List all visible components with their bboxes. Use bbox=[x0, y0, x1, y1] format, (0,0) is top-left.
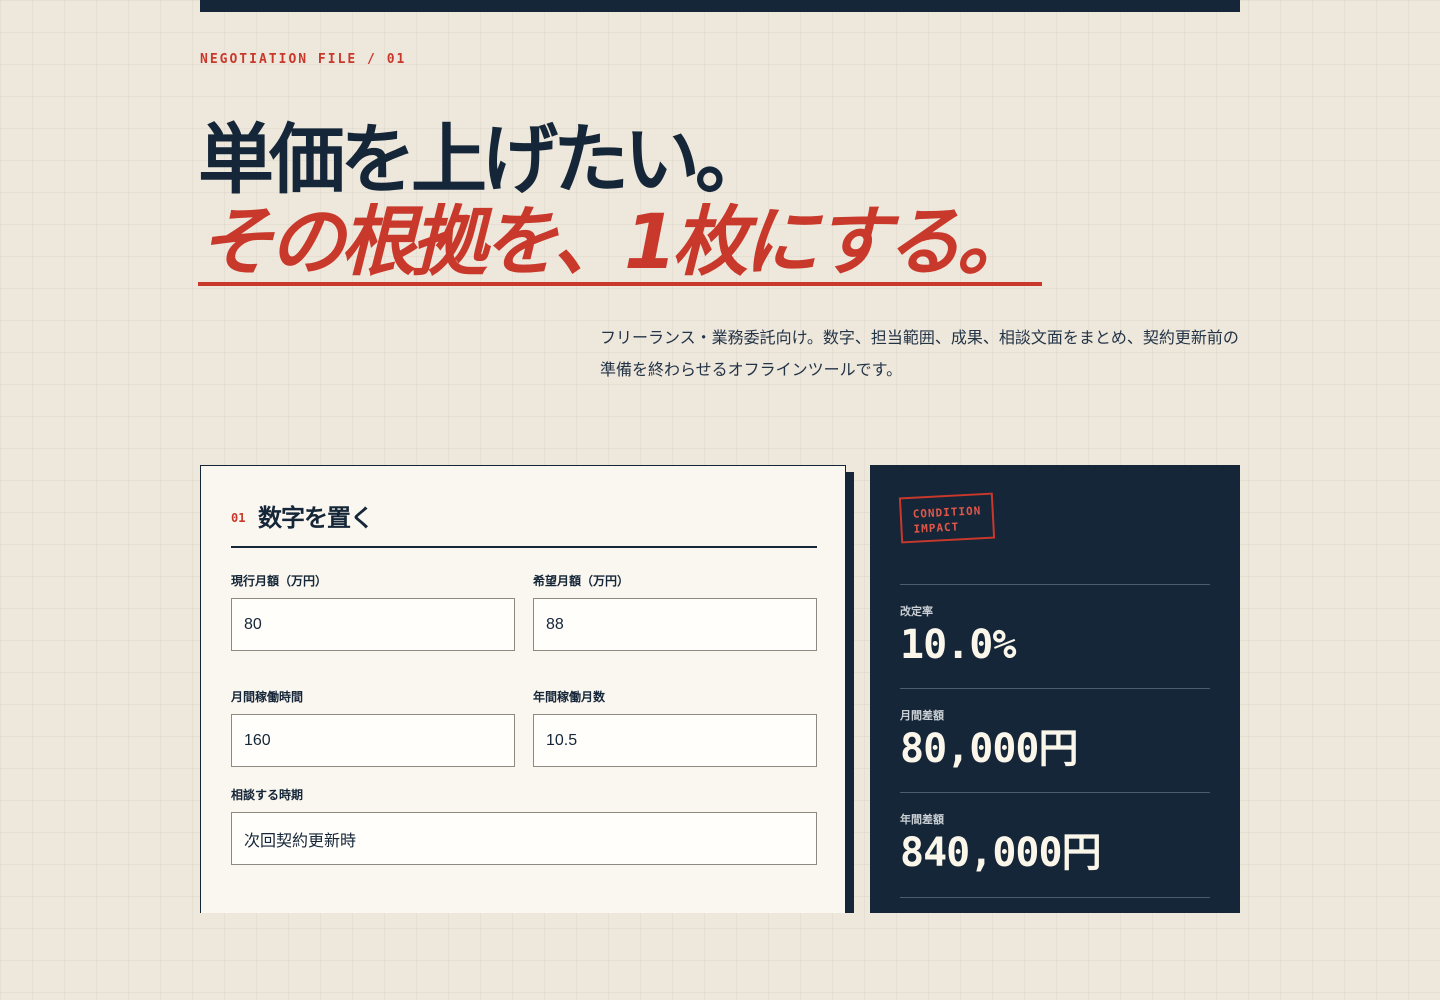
step-number: 01 bbox=[231, 511, 246, 525]
page-headline: 単価を上げたい。 その根拠を、1枚にする。 bbox=[198, 118, 1042, 286]
stamp-line-2: IMPACT bbox=[913, 520, 960, 536]
timing-input[interactable] bbox=[231, 812, 817, 865]
card-header: 01 数字を置く bbox=[231, 496, 817, 548]
monthly-diff-value: 80,000円 bbox=[900, 726, 1079, 772]
monthly-diff-metric: 月間差額 80,000円 bbox=[900, 688, 1210, 773]
top-bar bbox=[200, 0, 1240, 12]
annual-diff-label: 年間差額 bbox=[900, 813, 944, 826]
desired-monthly-field: 希望月額（万円） bbox=[533, 572, 817, 651]
annual-diff-metric: 年間差額 840,000円 bbox=[900, 792, 1210, 877]
revision-rate-metric: 改定率 10.0% bbox=[900, 584, 1210, 669]
revision-rate-label: 改定率 bbox=[900, 605, 933, 618]
card-title: 数字を置く bbox=[258, 504, 374, 532]
current-monthly-field: 現行月額（万円） bbox=[231, 572, 515, 651]
monthly-diff-label: 月間差額 bbox=[900, 709, 944, 722]
file-kicker: NEGOTIATION FILE / 01 bbox=[200, 52, 407, 67]
annual-months-input[interactable] bbox=[533, 714, 817, 767]
condition-impact-stamp: CONDITION IMPACT bbox=[898, 492, 996, 544]
annual-months-field: 年間稼働月数 bbox=[533, 688, 817, 767]
panel-divider bbox=[900, 897, 1210, 898]
current-monthly-label: 現行月額（万円） bbox=[231, 574, 328, 588]
headline-line-2: その根拠を、1枚にする。 bbox=[198, 202, 1042, 286]
current-monthly-input[interactable] bbox=[231, 598, 515, 651]
timing-field: 相談する時期 bbox=[231, 786, 817, 865]
monthly-hours-input[interactable] bbox=[231, 714, 515, 767]
desired-monthly-label: 希望月額（万円） bbox=[533, 574, 630, 588]
condition-impact-panel: CONDITION IMPACT 改定率 10.0% 月間差額 80,000円 … bbox=[870, 465, 1240, 913]
lead-description: フリーランス・業務委託向け。数字、担当範囲、成果、相談文面をまとめ、契約更新前の… bbox=[600, 328, 1239, 379]
numbers-form-card: 01 数字を置く 現行月額（万円） 希望月額（万円） 月間稼働時間 年間稼働月数… bbox=[200, 465, 846, 913]
desired-monthly-input[interactable] bbox=[533, 598, 817, 651]
monthly-hours-field: 月間稼働時間 bbox=[231, 688, 515, 767]
timing-label: 相談する時期 bbox=[231, 788, 304, 802]
annual-diff-value: 840,000円 bbox=[900, 830, 1102, 876]
revision-rate-value: 10.0% bbox=[900, 622, 1016, 668]
headline-line-1: 単価を上げたい。 bbox=[198, 115, 771, 204]
annual-months-label: 年間稼働月数 bbox=[533, 690, 606, 704]
monthly-hours-label: 月間稼働時間 bbox=[231, 690, 304, 704]
